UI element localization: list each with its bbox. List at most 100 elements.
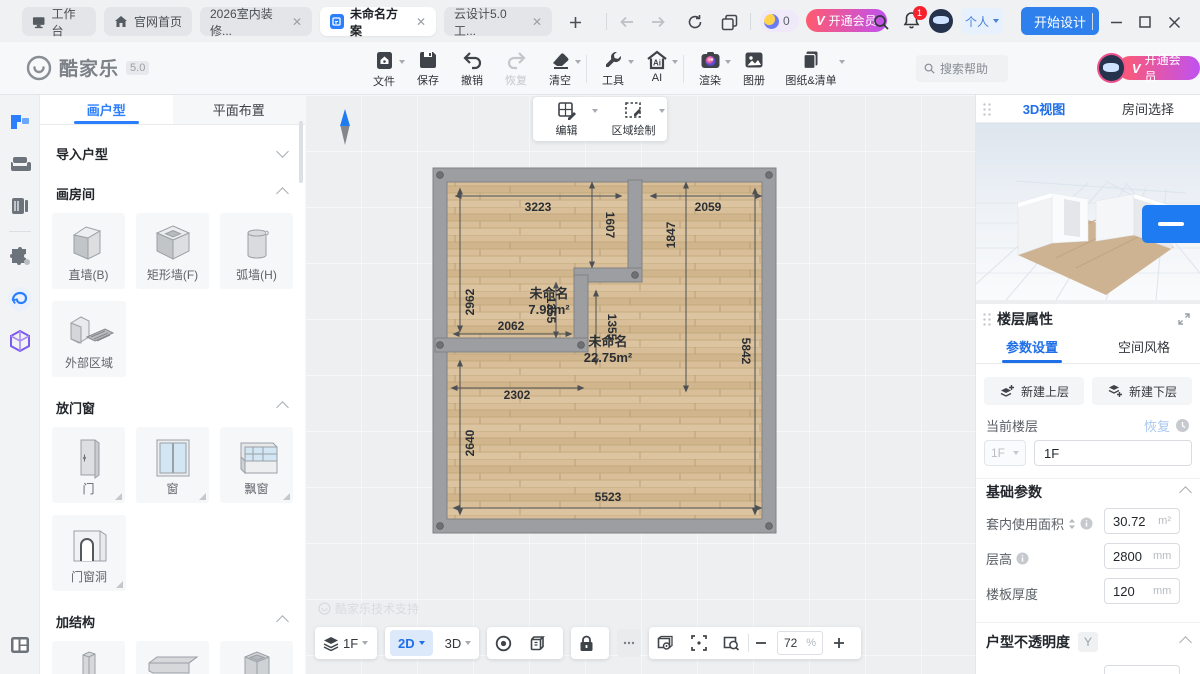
minimize-button[interactable] [1103, 9, 1129, 35]
slab-thickness-field[interactable]: mm [1104, 578, 1180, 604]
rail-layout-panel-toggle[interactable] [0, 624, 40, 666]
tool-rect-wall[interactable]: 矩形墙(F) [136, 213, 209, 289]
account-menu[interactable]: 个人 [961, 8, 1003, 34]
tool-beam[interactable] [136, 641, 209, 674]
section-import-floorplan[interactable]: 导入户型 [40, 133, 305, 173]
tool-opening[interactable]: 门窗洞 [52, 515, 126, 591]
drag-handle[interactable] [982, 312, 992, 326]
file-menu-button[interactable]: 文件 [362, 46, 406, 89]
tool-door[interactable]: 门 [52, 427, 125, 503]
roam-view-button[interactable] [487, 627, 520, 659]
floor-switcher[interactable]: 1F [315, 627, 376, 659]
tab-parameter-settings[interactable]: 参数设置 [976, 333, 1088, 363]
undo-button[interactable]: 撤销 [450, 46, 494, 88]
duplicate-button[interactable] [716, 9, 742, 35]
album-button[interactable]: 图册 [732, 46, 776, 88]
rail-cabinet-tool[interactable] [0, 185, 40, 227]
clear-button[interactable]: 清空 [538, 46, 582, 88]
zoom-to-region-button[interactable] [715, 627, 748, 659]
tab-yun-design[interactable]: 云设计5.0工... ✕ [444, 7, 552, 36]
render-button[interactable]: 渲染 [688, 46, 732, 88]
new-tab-button[interactable] [562, 9, 588, 35]
show-3d-objects-button[interactable] [520, 627, 553, 659]
zoom-in-button[interactable] [827, 627, 851, 659]
tool-straight-wall[interactable]: 直墙(B) [52, 213, 125, 289]
mode-3d-button[interactable]: 3D [437, 630, 480, 656]
nav-back-button[interactable] [614, 9, 640, 35]
new-upper-floor-button[interactable]: 新建上层 [984, 377, 1084, 405]
usable-area-input[interactable] [1113, 514, 1153, 529]
section-add-structure[interactable]: 加结构 [40, 601, 305, 641]
floor-name-field[interactable] [1034, 440, 1192, 466]
usable-area-field[interactable]: m² [1104, 508, 1180, 534]
info-icon[interactable] [1016, 552, 1029, 565]
sort-arrows-icon[interactable] [1068, 518, 1076, 530]
restore-link[interactable]: 恢复 [1144, 416, 1170, 435]
close-icon[interactable]: ✕ [416, 15, 426, 29]
slab-thickness-input[interactable] [1113, 584, 1153, 599]
tab-2026-decor[interactable]: 2026室内装修... ✕ [200, 7, 312, 36]
floorplan-canvas[interactable]: 编辑 区域绘制 [305, 95, 975, 674]
base-params-header[interactable]: 基础参数 [986, 482, 1190, 502]
tab-flat-layout[interactable]: 平面布置 [173, 95, 306, 124]
help-search[interactable] [916, 55, 1008, 82]
drag-handle[interactable] [982, 102, 992, 116]
vip-upgrade-banner[interactable]: V 开通会员 [1097, 53, 1200, 83]
app-logo[interactable]: 酷家乐 5.0 [26, 54, 149, 81]
tool-column[interactable] [52, 641, 125, 674]
partial-input-field[interactable] [1104, 665, 1180, 674]
maximize-button[interactable] [1132, 9, 1158, 35]
floor-height-input[interactable] [1113, 549, 1153, 564]
tools-menu-button[interactable]: 工具 [591, 46, 635, 88]
drawings-list-button[interactable]: 图纸&清单 [776, 46, 846, 88]
info-icon[interactable] [1080, 517, 1093, 530]
tool-window[interactable]: 窗 [136, 427, 209, 503]
tab-unnamed-plan[interactable]: 未命名方案 ✕ [320, 7, 436, 36]
tool-flue[interactable] [220, 641, 293, 674]
opacity-header[interactable]: 户型不透明度 Y [986, 632, 1190, 652]
more-tools-button[interactable] [617, 629, 641, 657]
close-window-button[interactable] [1161, 9, 1187, 35]
help-search-input[interactable] [940, 62, 1000, 76]
zoom-out-button[interactable] [749, 627, 773, 659]
section-draw-room[interactable]: 画房间 [40, 173, 305, 213]
scrollbar[interactable] [299, 121, 303, 183]
new-lower-floor-button[interactable]: 新建下层 [1092, 377, 1192, 405]
zoom-level-field[interactable]: % [777, 631, 823, 655]
rail-furniture-tool[interactable] [0, 143, 40, 185]
reload-button[interactable] [682, 9, 708, 35]
zoom-level-input[interactable] [784, 636, 806, 650]
lock-button[interactable] [571, 627, 602, 659]
save-button[interactable]: 保存 [406, 46, 450, 88]
tab-space-style[interactable]: 空间风格 [1088, 333, 1200, 363]
rail-3d-browse-tool[interactable] [0, 278, 40, 320]
start-design-button[interactable]: 开始设计 [1021, 7, 1099, 35]
floor-height-field[interactable]: mm [1104, 543, 1180, 569]
section-doors-windows[interactable]: 放门窗 [40, 387, 305, 427]
view-settings-button[interactable] [649, 627, 683, 659]
floorplan-drawing[interactable]: 3223 2059 1607 1847 2962 1355 2062 1355 … [305, 95, 975, 674]
collapse-3d-view-button[interactable] [1142, 205, 1200, 243]
tab-workspace[interactable]: 工作台 [22, 7, 96, 36]
tab-room-select[interactable]: 房间选择 [1096, 99, 1200, 118]
focus-center-button[interactable] [683, 627, 715, 659]
floor-name-input[interactable] [1035, 441, 1191, 465]
coin-balance[interactable]: 0 [760, 10, 799, 32]
assistant-avatar[interactable] [929, 9, 953, 33]
tool-outer-area[interactable]: 外部区域 [52, 301, 126, 377]
tool-arc-wall[interactable]: 弧墙(H) [220, 213, 293, 289]
tool-bay-window[interactable]: 飘窗 [220, 427, 293, 503]
floor-select-dropdown[interactable]: 1F [984, 440, 1026, 466]
rail-model-library-tool[interactable] [0, 320, 40, 362]
mode-2d-button[interactable]: 2D [390, 630, 433, 656]
nav-forward-button[interactable] [645, 9, 671, 35]
notifications-button[interactable]: 1 [898, 9, 924, 35]
expand-icon[interactable] [1178, 313, 1190, 325]
tab-draw-floorplan[interactable]: 画户型 [40, 95, 173, 124]
redo-button[interactable]: 恢复 [494, 46, 538, 88]
ai-menu-button[interactable]: Ai AI [635, 46, 679, 84]
search-button[interactable] [868, 9, 894, 35]
rail-plugins-tool[interactable] [0, 236, 40, 278]
tab-3d-view[interactable]: 3D视图 [992, 99, 1096, 118]
close-icon[interactable]: ✕ [532, 15, 542, 29]
